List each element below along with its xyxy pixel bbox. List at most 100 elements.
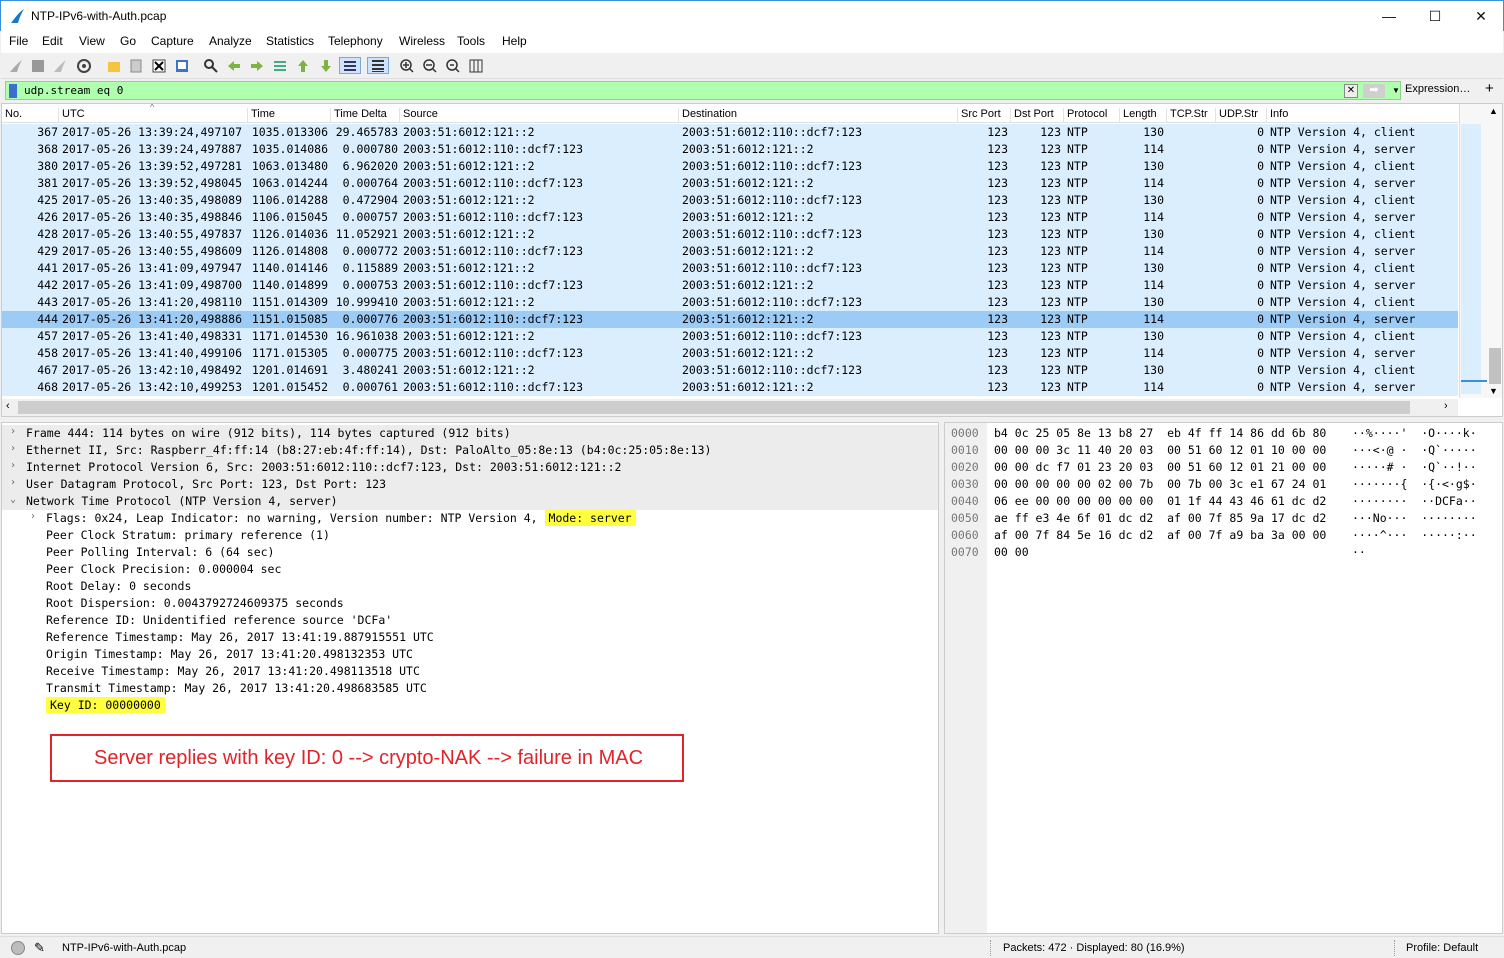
packet-list-vertical-scrollbar[interactable]: ▲ ▼ — [1459, 104, 1502, 398]
menu-file[interactable]: File — [9, 34, 28, 48]
menu-tools[interactable]: Tools — [457, 34, 485, 48]
zoom-out-icon[interactable] — [421, 57, 438, 74]
ascii-bytes[interactable]: ···<·@ · ·Q`····· — [1352, 443, 1477, 457]
detail-line[interactable]: Transmit Timestamp: May 26, 2017 13:41:2… — [2, 680, 938, 697]
detail-line[interactable]: Origin Timestamp: May 26, 2017 13:41:20.… — [2, 646, 938, 663]
collapsed-chevron-icon[interactable]: › — [10, 460, 22, 471]
column-header-source[interactable]: Source — [399, 108, 438, 123]
detail-line[interactable]: › Internet Protocol Version 6, Src: 2003:… — [2, 459, 938, 476]
expanded-chevron-icon[interactable]: ⌄ — [10, 494, 22, 505]
detail-line[interactable]: Root Delay: 0 seconds — [2, 578, 938, 595]
packet-list-horizontal-scrollbar[interactable]: ‹ › — [2, 399, 1458, 416]
clear-filter-x-icon[interactable]: ✕ — [1344, 84, 1358, 98]
menu-capture[interactable]: Capture — [151, 34, 194, 48]
status-profile[interactable]: Profile: Default — [1406, 942, 1478, 954]
hex-bytes[interactable]: 00 00 — [994, 545, 1029, 559]
recent-filters-chevron-down-icon[interactable]: ▼ — [1390, 84, 1402, 98]
resize-columns-icon[interactable] — [467, 57, 484, 74]
column-header-info[interactable]: Info — [1266, 108, 1288, 123]
capture-options-gear-icon[interactable] — [75, 57, 92, 74]
go-first-packet-icon[interactable] — [294, 57, 311, 74]
column-header-length[interactable]: Length — [1119, 108, 1157, 123]
column-header-udp-stream[interactable]: UDP.Str — [1215, 108, 1258, 123]
packet-row[interactable]: 458 2017-05-26 13:41:40,499106 1171.015305… — [2, 345, 1458, 362]
packet-row[interactable]: 468 2017-05-26 13:42:10,499253 1201.015452… — [2, 379, 1458, 396]
start-capture-fin-icon[interactable] — [7, 57, 24, 74]
packet-row[interactable]: 457 2017-05-26 13:41:40,498331 1171.014530… — [2, 328, 1458, 345]
expert-info-icon[interactable] — [11, 941, 25, 955]
scrollbar-thumb[interactable] — [1489, 348, 1501, 384]
scroll-left-chevron-icon[interactable]: ‹ — [6, 400, 10, 412]
collapsed-chevron-icon[interactable]: › — [10, 477, 22, 488]
column-header-dst-port[interactable]: Dst Port — [1010, 108, 1054, 123]
hex-bytes[interactable]: 06 ee 00 00 00 00 00 00 01 1f 44 43 46 6… — [994, 494, 1326, 508]
packet-row[interactable]: 425 2017-05-26 13:40:35,498089 1106.014288… — [2, 192, 1458, 209]
display-filter-input[interactable]: udp.stream eq 0 ✕ ➡ ▼ — [5, 81, 1401, 100]
ascii-bytes[interactable]: ····^··· ·····:·· — [1352, 528, 1477, 542]
menu-wireless[interactable]: Wireless — [399, 34, 445, 48]
filter-bookmark-icon[interactable] — [9, 84, 17, 98]
close-button[interactable]: ✕ — [1458, 1, 1504, 31]
packet-row[interactable]: 381 2017-05-26 13:39:52,498045 1063.014244… — [2, 175, 1458, 192]
collapsed-chevron-icon[interactable]: › — [10, 426, 22, 437]
go-forward-arrow-icon[interactable] — [248, 57, 265, 74]
detail-line[interactable]: › Frame 444: 114 bytes on wire (912 bits)… — [2, 425, 938, 442]
expression-button[interactable]: Expression… — [1405, 83, 1470, 95]
packet-row[interactable]: 367 2017-05-26 13:39:24,497107 1035.013306… — [2, 124, 1458, 141]
hex-bytes[interactable]: ae ff e3 4e 6f 01 dc d2 af 00 7f 85 9a 1… — [994, 511, 1326, 525]
stop-capture-icon[interactable] — [29, 57, 46, 74]
auto-scroll-icon[interactable] — [339, 57, 361, 74]
packet-row[interactable]: 442 2017-05-26 13:41:09,498700 1140.014899… — [2, 277, 1458, 294]
reload-file-icon[interactable] — [173, 57, 190, 74]
detail-line[interactable]: Receive Timestamp: May 26, 2017 13:41:20… — [2, 663, 938, 680]
capture-comment-pencil-icon[interactable]: ✎ — [34, 940, 45, 956]
scroll-down-chevron-icon[interactable]: ▼ — [1489, 386, 1498, 396]
packet-row[interactable]: 428 2017-05-26 13:40:55,497837 1126.014036… — [2, 226, 1458, 243]
detail-line[interactable]: Peer Polling Interval: 6 (64 sec) — [2, 544, 938, 561]
ascii-bytes[interactable]: ··%····' ·O····k· — [1352, 426, 1477, 440]
detail-line[interactable]: ⌄ Network Time Protocol (NTP Version 4, s… — [2, 493, 938, 510]
ascii-bytes[interactable]: ·· — [1352, 545, 1366, 559]
menu-telephony[interactable]: Telephony — [328, 34, 383, 48]
go-last-packet-icon[interactable] — [317, 57, 334, 74]
go-to-packet-icon[interactable] — [271, 57, 288, 74]
detail-line[interactable]: Reference ID: Unidentified reference sou… — [2, 612, 938, 629]
minimize-button[interactable]: — — [1366, 1, 1412, 31]
ascii-bytes[interactable]: ·····# · ·Q`··!·· — [1352, 460, 1477, 474]
ascii-bytes[interactable]: ···No··· ········ — [1352, 511, 1477, 525]
packet-row[interactable]: 444 2017-05-26 13:41:20,498886 1151.015085… — [2, 311, 1458, 328]
packet-row[interactable]: 441 2017-05-26 13:41:09,497947 1140.014146… — [2, 260, 1458, 277]
collapsed-chevron-icon[interactable]: › — [30, 511, 42, 522]
column-header-no[interactable]: No. — [2, 108, 22, 123]
menu-help[interactable]: Help — [502, 34, 527, 48]
packet-row[interactable]: 467 2017-05-26 13:42:10,498492 1201.014691… — [2, 362, 1458, 379]
scroll-right-chevron-icon[interactable]: › — [1444, 400, 1448, 412]
column-header-protocol[interactable]: Protocol — [1063, 108, 1107, 123]
apply-filter-arrow-icon[interactable]: ➡ — [1363, 84, 1385, 98]
hex-bytes[interactable]: b4 0c 25 05 8e 13 b8 27 eb 4f ff 14 86 d… — [994, 426, 1326, 440]
horizontal-scrollbar-thumb[interactable] — [18, 401, 1410, 414]
detail-line[interactable]: Key ID: 00000000 — [2, 697, 938, 714]
hex-bytes[interactable]: 00 00 00 3c 11 40 20 03 00 51 60 12 01 1… — [994, 443, 1326, 457]
column-header-src-port[interactable]: Src Port — [957, 108, 1001, 123]
hex-bytes[interactable]: 00 00 00 00 00 02 00 7b 00 7b 00 3c e1 6… — [994, 477, 1326, 491]
go-back-arrow-icon[interactable] — [225, 57, 242, 74]
hex-bytes[interactable]: af 00 7f 84 5e 16 dc d2 af 00 7f a9 ba 3… — [994, 528, 1326, 542]
menu-go[interactable]: Go — [120, 34, 136, 48]
packet-row[interactable]: 380 2017-05-26 13:39:52,497281 1063.013480… — [2, 158, 1458, 175]
save-file-icon[interactable] — [127, 57, 144, 74]
detail-line[interactable]: › User Datagram Protocol, Src Port: 123, … — [2, 476, 938, 493]
packet-minimap[interactable] — [1461, 124, 1481, 394]
detail-line[interactable]: Root Dispersion: 0.0043792724609375 seco… — [2, 595, 938, 612]
open-file-folder-icon[interactable] — [105, 57, 122, 74]
maximize-button[interactable]: ☐ — [1412, 1, 1458, 31]
column-header-time[interactable]: Time — [247, 108, 275, 123]
detail-line[interactable]: › Ethernet II, Src: Raspberr_4f:ff:14 (b8… — [2, 442, 938, 459]
menu-view[interactable]: View — [79, 34, 105, 48]
column-header-time-delta[interactable]: Time Delta — [330, 108, 387, 123]
menu-statistics[interactable]: Statistics — [266, 34, 314, 48]
detail-line[interactable]: Peer Clock Precision: 0.000004 sec — [2, 561, 938, 578]
packet-row[interactable]: 426 2017-05-26 13:40:35,498846 1106.015045… — [2, 209, 1458, 226]
packet-row[interactable]: 368 2017-05-26 13:39:24,497887 1035.014086… — [2, 141, 1458, 158]
find-packet-magnifier-icon[interactable] — [202, 57, 219, 74]
